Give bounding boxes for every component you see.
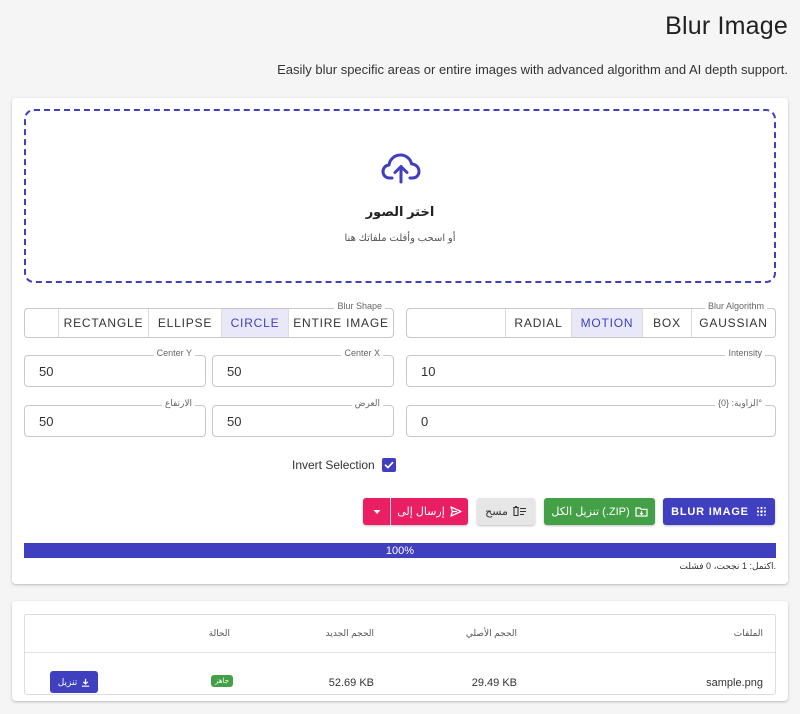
status-badge: جاهز (211, 675, 234, 687)
invert-selection-row: Invert Selection (292, 458, 396, 472)
header-new-size: الحجم الجديد (325, 628, 374, 638)
cloud-upload-icon (381, 153, 421, 184)
caret-down-icon (373, 509, 380, 514)
dropzone-subtitle: أو اسحب وأفلت ملفاتك هنا (344, 233, 456, 244)
blur-image-button[interactable]: BLUR IMAGE (663, 498, 775, 525)
cell-original-size: 29.49 KB (471, 677, 517, 689)
shape-ellipse-button[interactable]: ELLIPSE (148, 309, 221, 337)
download-file-label: تنزيل (57, 676, 78, 687)
header-status: الحالة (208, 628, 230, 638)
algorithm-box-button[interactable]: BOX (642, 309, 691, 337)
page-title: Blur Image (665, 12, 788, 40)
clear-label: مسح (485, 506, 508, 518)
algorithm-motion-button[interactable]: MOTION (571, 309, 642, 337)
intensity-field: Intensity (406, 348, 776, 387)
download-zip-label: تنزيل الكل (.ZIP) (551, 506, 630, 518)
angle-label: الزاوية: {0}° (714, 398, 765, 409)
blur-on-icon (756, 506, 766, 517)
blur-algorithm-legend: Blur Algorithm (704, 301, 767, 311)
blur-shape-empty-slot (25, 309, 58, 337)
progress-bar: 100% (24, 543, 776, 558)
height-input[interactable] (39, 414, 183, 429)
checkmark-icon (384, 461, 394, 469)
image-dropzone[interactable]: اختر الصور أو اسحب وأفلت ملفاتك هنا (24, 109, 776, 283)
folder-zip-icon (635, 507, 648, 517)
download-icon (82, 678, 90, 687)
send-icon (450, 506, 462, 517)
shape-rectangle-button[interactable]: RECTANGLE (58, 309, 148, 337)
blur-algorithm-group: Blur Algorithm RADIAL MOTION BOX GAUSSIA… (406, 301, 776, 338)
cell-file-name: sample.png (706, 677, 763, 689)
algorithm-gaussian-button[interactable]: GAUSSIAN (691, 309, 775, 337)
blur-settings-card: اختر الصور أو اسحب وأفلت ملفاتك هنا Blur… (12, 98, 788, 584)
blur-shape-legend: Blur Shape (334, 301, 385, 311)
center-x-field: Center X (212, 348, 394, 387)
dropzone-title: اختر الصور (365, 204, 435, 219)
send-to-button[interactable]: إرسال إلى (391, 498, 468, 525)
download-zip-button[interactable]: تنزيل الكل (.ZIP) (544, 498, 655, 525)
progress-label: 100% (385, 544, 415, 557)
width-label: العرض (351, 398, 383, 409)
page-subtitle: Easily blur specific areas or entire ima… (277, 62, 788, 77)
clear-button[interactable]: مسح (477, 498, 535, 525)
invert-selection-checkbox[interactable] (381, 458, 396, 472)
center-y-field: Center Y (24, 348, 206, 387)
results-table: الملفات الحجم الأصلي الحجم الجديد الحالة… (24, 614, 776, 695)
center-x-input[interactable] (227, 364, 371, 379)
clear-all-icon (513, 506, 526, 517)
algorithm-radial-button[interactable]: RADIAL (505, 309, 571, 337)
results-card: الملفات الحجم الأصلي الحجم الجديد الحالة… (12, 601, 788, 701)
blur-algorithm-empty-slot (407, 309, 505, 337)
angle-field: الزاوية: {0}° (406, 398, 776, 437)
intensity-input[interactable] (421, 364, 716, 379)
width-field: العرض (212, 398, 394, 437)
shape-entire-image-button[interactable]: ENTIRE IMAGE (288, 309, 393, 337)
center-x-label: Center X (341, 348, 383, 358)
download-file-button[interactable]: تنزيل (50, 671, 98, 693)
blur-image-label: BLUR IMAGE (671, 505, 749, 518)
width-input[interactable] (227, 414, 371, 429)
height-label: الارتفاع (161, 398, 195, 409)
send-dropdown-button[interactable] (363, 498, 390, 525)
header-files: الملفات (733, 628, 763, 638)
angle-input[interactable] (421, 414, 716, 429)
height-field: الارتفاع (24, 398, 206, 437)
intensity-label: Intensity (725, 348, 765, 358)
center-y-label: Center Y (153, 348, 195, 358)
center-y-input[interactable] (39, 364, 183, 379)
send-to-label: إرسال إلى (397, 506, 445, 518)
progress-status: اكتمل: 1 نجحت، 0 فشلت. (679, 561, 776, 571)
blur-shape-group: Blur Shape RECTANGLE ELLIPSE CIRCLE ENTI… (24, 301, 394, 338)
header-original-size: الحجم الأصلي (465, 628, 517, 638)
cell-new-size: 52.69 KB (328, 677, 374, 689)
invert-selection-label: Invert Selection (292, 458, 375, 472)
shape-circle-button[interactable]: CIRCLE (221, 309, 288, 337)
table-header-divider (25, 652, 775, 653)
